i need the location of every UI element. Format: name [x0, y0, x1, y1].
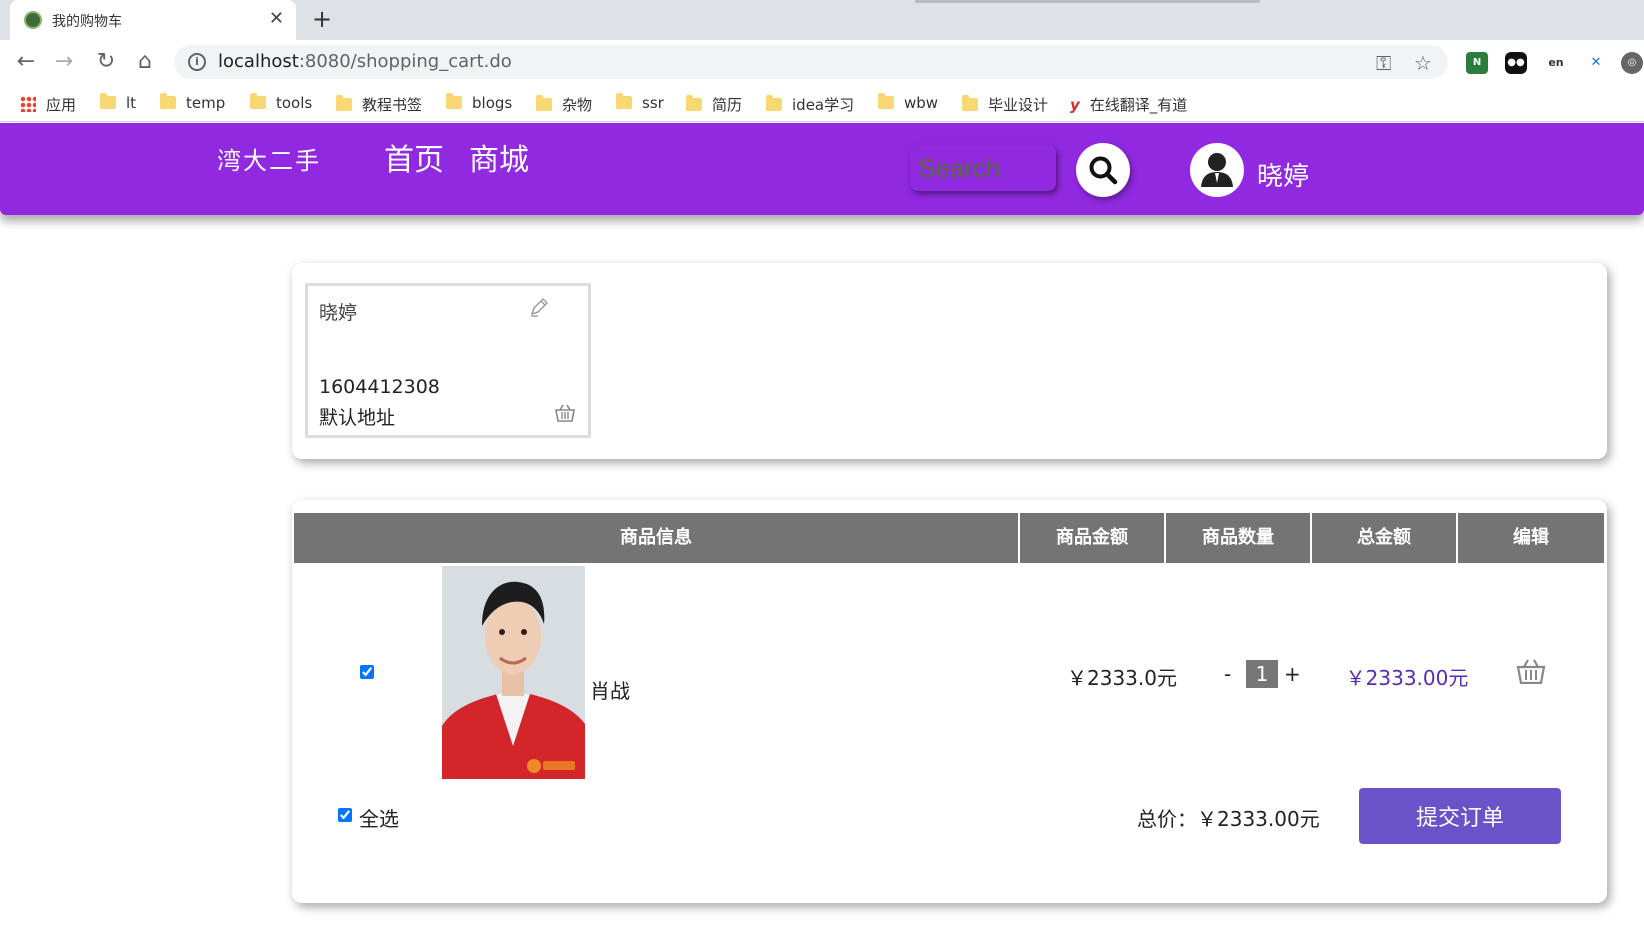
new-tab-button[interactable]: +: [312, 5, 332, 33]
folder-icon: [160, 93, 176, 109]
basket-delete-icon[interactable]: [1516, 658, 1546, 684]
folder-icon: [250, 93, 266, 109]
column-header-quantity: 商品数量: [1166, 513, 1312, 563]
cart-table-header: 商品信息 商品金额 商品数量 总金额 编辑: [294, 513, 1604, 563]
column-header-edit: 编辑: [1458, 513, 1604, 563]
cart-panel: 商品信息 商品金额 商品数量 总金额 编辑 肖战 ￥2333.0元 - 1 + …: [292, 500, 1607, 903]
bookmark-folder[interactable]: 教程书签: [336, 94, 422, 114]
bookmark-folder[interactable]: 简历: [686, 94, 742, 114]
user-icon: [1201, 153, 1233, 187]
bookmark-folder[interactable]: 毕业设计: [962, 94, 1048, 114]
cart-total: 总价：￥2333.00元: [1137, 807, 1320, 831]
item-subtotal: ￥2333.00元: [1345, 666, 1469, 690]
bookmarks-bar: 应用 lt temp tools 教程书签 blogs 杂物 ssr 简历 id…: [0, 84, 1644, 122]
select-all-checkbox[interactable]: [338, 808, 352, 822]
pencil-icon[interactable]: [528, 296, 550, 318]
quantity-increase-button[interactable]: +: [1284, 662, 1301, 686]
address-phone: 1604412308: [319, 376, 440, 398]
search-button[interactable]: [1076, 143, 1130, 197]
site-favicon-icon: [24, 11, 42, 29]
bookmark-apps[interactable]: 应用: [20, 94, 76, 114]
column-header-product-info: 商品信息: [294, 513, 1020, 563]
extension-n-icon[interactable]: N: [1466, 52, 1488, 74]
address-default-label: 默认地址: [319, 407, 396, 429]
bookmark-folder[interactable]: 杂物: [536, 94, 592, 114]
extension-translate-icon[interactable]: en: [1545, 52, 1567, 74]
address-bar[interactable]: i localhost:8080/shopping_cart.do ⚿ ☆: [174, 45, 1448, 79]
folder-icon: [336, 95, 352, 111]
bookmark-star-icon[interactable]: ☆: [1414, 51, 1432, 75]
item-checkbox[interactable]: [360, 665, 374, 679]
tab-title: 我的购物车: [52, 14, 122, 30]
site-header: 湾大二手 首页 商城 晓婷: [0, 123, 1644, 215]
browser-toolbar: ← → ↻ ⌂ i localhost:8080/shopping_cart.d…: [0, 40, 1644, 84]
avatar[interactable]: [1190, 143, 1244, 197]
browser-tab-active[interactable]: 我的购物车 ✕: [10, 0, 296, 40]
quantity-value[interactable]: 1: [1246, 660, 1278, 688]
url-path: :8080/shopping_cart.do: [298, 51, 512, 72]
folder-icon: [616, 93, 632, 109]
bookmark-folder[interactable]: lt: [100, 93, 136, 114]
bookmark-folder[interactable]: ssr: [616, 93, 664, 114]
column-header-price: 商品金额: [1020, 513, 1166, 563]
folder-icon: [686, 95, 702, 111]
search-icon: [1089, 156, 1118, 185]
folder-icon: [878, 93, 894, 109]
forward-arrow-icon[interactable]: →: [50, 48, 78, 76]
nav-mall[interactable]: 商城: [469, 135, 529, 179]
bookmark-folder[interactable]: blogs: [446, 93, 512, 114]
search-input[interactable]: [910, 145, 1056, 191]
basket-delete-icon[interactable]: [554, 404, 576, 422]
folder-icon: [536, 95, 552, 111]
apps-grid-icon: [20, 96, 36, 112]
youdao-logo-icon: y: [1070, 96, 1080, 114]
bookmark-youdao[interactable]: y 在线翻译_有道: [1070, 94, 1187, 114]
nav-home[interactable]: 首页: [384, 135, 444, 179]
header-username[interactable]: 晓婷: [1257, 156, 1309, 193]
folder-icon: [962, 95, 978, 111]
product-photo-icon: [442, 566, 585, 779]
url-text[interactable]: localhost:8080/shopping_cart.do: [218, 51, 512, 72]
submit-order-button[interactable]: 提交订单: [1359, 788, 1561, 844]
home-icon[interactable]: ⌂: [131, 48, 159, 76]
quantity-stepper: - 1 +: [1187, 660, 1333, 690]
quantity-decrease-button[interactable]: -: [1224, 662, 1231, 686]
folder-icon: [446, 93, 462, 109]
item-price: ￥2333.0元: [1067, 666, 1177, 690]
folder-icon: [766, 95, 782, 111]
bookmark-folder[interactable]: idea学习: [766, 94, 854, 114]
product-image[interactable]: [442, 566, 585, 779]
close-tab-icon[interactable]: ✕: [269, 8, 284, 29]
bookmark-folder[interactable]: wbw: [878, 93, 938, 114]
product-name[interactable]: 肖战: [590, 675, 630, 704]
folder-icon: [100, 93, 116, 109]
column-header-total: 总金额: [1312, 513, 1458, 563]
url-host: localhost: [218, 51, 299, 72]
address-card[interactable]: 晓婷 1604412308 默认地址: [305, 283, 591, 438]
select-all-label[interactable]: 全选: [359, 803, 399, 832]
bookmark-folder[interactable]: tools: [250, 93, 312, 114]
back-arrow-icon[interactable]: ←: [12, 48, 40, 76]
address-panel: 晓婷 1604412308 默认地址: [292, 263, 1607, 459]
reload-icon[interactable]: ↻: [92, 48, 120, 76]
address-name: 晓婷: [319, 302, 358, 324]
key-icon[interactable]: ⚿: [1376, 51, 1391, 75]
site-info-icon[interactable]: i: [188, 53, 206, 71]
site-brand[interactable]: 湾大二手: [217, 141, 321, 176]
bookmark-folder[interactable]: temp: [160, 93, 225, 114]
tabstrip-divider: [915, 0, 1260, 3]
extension-x-icon[interactable]: ✕: [1585, 52, 1607, 74]
extension-film-icon[interactable]: ◎: [1621, 52, 1643, 74]
browser-tabstrip: 我的购物车 ✕ +: [0, 0, 1644, 40]
extension-ghost-icon[interactable]: ●●: [1505, 52, 1527, 74]
